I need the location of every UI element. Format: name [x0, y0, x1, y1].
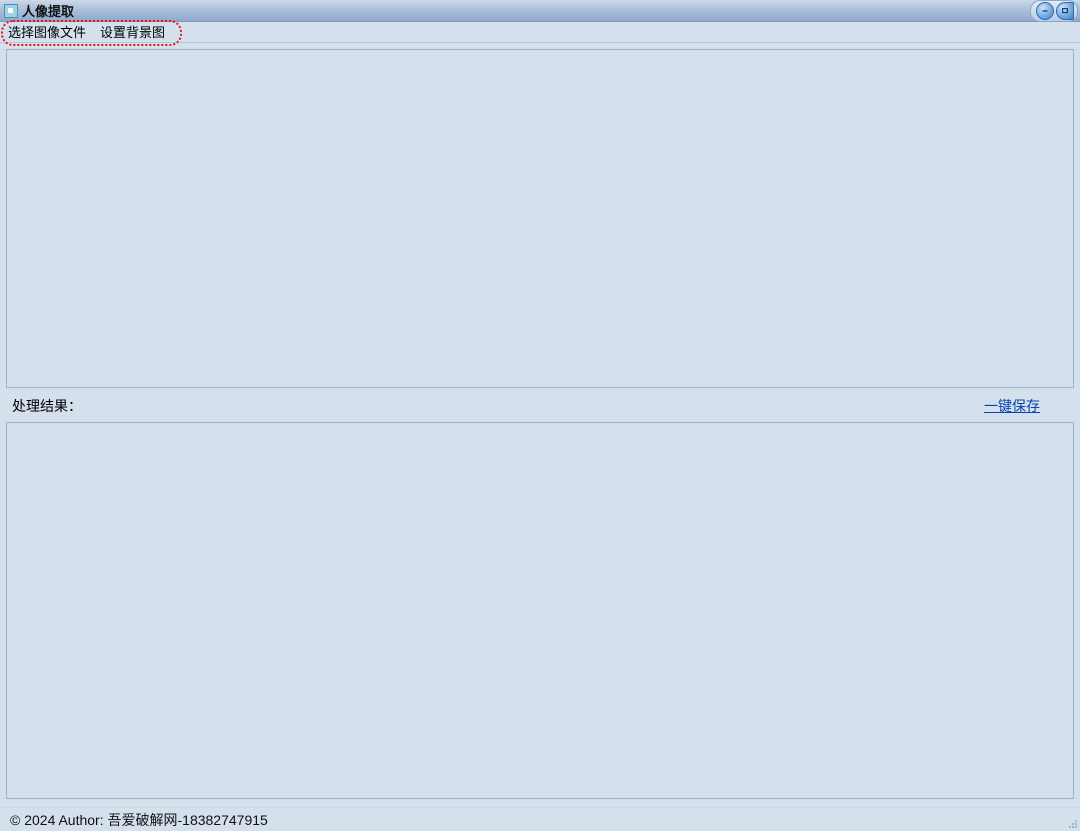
menu-set-background[interactable]: 设置背景图 [100, 22, 165, 43]
result-header-row: 处理结果： 一键保存 [6, 388, 1074, 422]
menu-select-image[interactable]: 选择图像文件 [8, 22, 86, 43]
window-control-tray [1030, 0, 1078, 22]
minimize-button[interactable] [1036, 2, 1054, 20]
statusbar: © 2024 Author: 吾爱破解网-18382747915 [0, 807, 1080, 831]
statusbar-text: © 2024 Author: 吾爱破解网-18382747915 [10, 810, 268, 830]
resize-grip[interactable] [1066, 817, 1078, 829]
titlebar: 人像提取 [0, 0, 1080, 22]
save-all-link[interactable]: 一键保存 [984, 396, 1040, 416]
menubar: 选择图像文件 设置背景图 [0, 22, 1080, 43]
window-controls [1030, 0, 1080, 22]
result-image-panel [6, 422, 1074, 799]
app-icon [4, 4, 18, 18]
window-title: 人像提取 [22, 1, 74, 20]
maximize-button[interactable] [1056, 2, 1074, 20]
content-area: 处理结果： 一键保存 [0, 43, 1080, 799]
input-image-panel [6, 49, 1074, 388]
result-label: 处理结果： [12, 396, 82, 416]
